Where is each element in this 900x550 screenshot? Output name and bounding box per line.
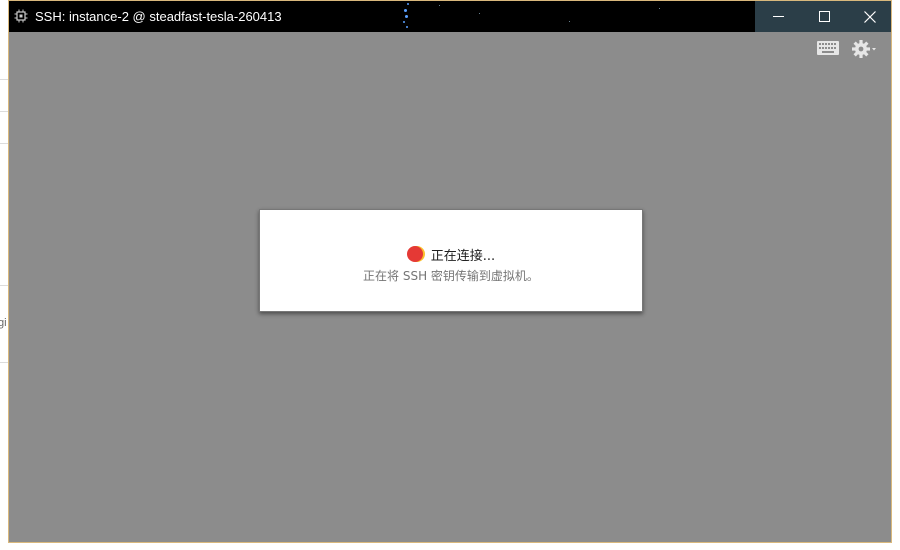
ssh-window: SSH: instance-2 @ steadfast-tesla-260413 [8, 0, 892, 543]
connecting-status: 正在连接... [430, 248, 496, 264]
chip-icon [14, 9, 28, 23]
minimize-icon [772, 16, 784, 17]
maximize-icon [818, 11, 830, 22]
chevron-down-icon [872, 48, 876, 51]
titlebar-decoration [569, 21, 570, 22]
spinner-icon [406, 246, 425, 262]
title-bar[interactable]: SSH: instance-2 @ steadfast-tesla-260413 [9, 1, 891, 32]
titlebar-decoration [404, 9, 407, 12]
connecting-dialog: 正在连接... 正在将 SSH 密钥传输到虚拟机。 [259, 209, 643, 312]
close-button[interactable] [847, 1, 891, 32]
titlebar-decoration [403, 21, 405, 23]
titlebar-decoration [406, 26, 408, 28]
minimize-button[interactable] [755, 1, 801, 32]
window-title: SSH: instance-2 @ steadfast-tesla-260413 [35, 9, 282, 24]
status-line: 正在连接... [260, 244, 642, 264]
titlebar-decoration [659, 8, 660, 9]
titlebar-decoration [439, 5, 440, 6]
titlebar-decoration [405, 15, 408, 18]
background-edge-text: gi [0, 317, 7, 329]
titlebar-decoration [407, 3, 409, 5]
connecting-detail: 正在将 SSH 密钥传输到虚拟机。 [363, 269, 539, 283]
keyboard-icon[interactable] [817, 41, 839, 55]
close-icon [864, 10, 876, 23]
gear-icon[interactable] [851, 39, 877, 59]
maximize-button[interactable] [801, 1, 847, 32]
titlebar-decoration [479, 13, 480, 14]
